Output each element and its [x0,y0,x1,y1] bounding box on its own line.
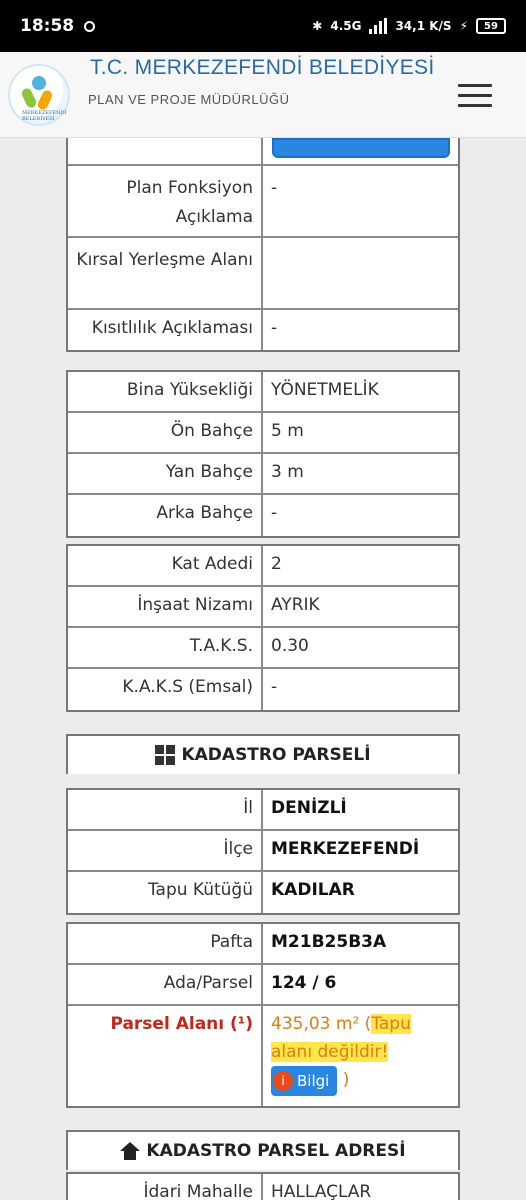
row-label: Tapu Kütüğü [68,872,263,913]
grid-icon [155,745,176,765]
row-label: İnşaat Nizamı [68,587,263,626]
network-speed: 34,1 K/S [395,19,452,33]
table-row: Kısıtlılık Açıklaması - [68,310,458,350]
status-time: 18:58 [20,16,75,36]
row-label: T.A.K.S. [68,628,263,667]
bilgi-label: Bilgi [297,1072,330,1090]
row-label: Yan Bahçe [68,454,263,493]
row-value: M21B25B3A [271,932,387,952]
menu-icon[interactable] [458,84,492,108]
partial-blue-button[interactable] [272,138,450,158]
row-value: - [271,503,278,523]
info-icon: i [273,1071,293,1091]
row-label: Ön Bahçe [68,413,263,452]
row-value: KADILAR [271,880,355,900]
row-value: YÖNETMELİK [271,380,379,400]
row-label: Arka Bahçe [68,495,263,536]
row-value: 2 [271,554,282,574]
row-value: MERKEZEFENDİ [271,839,420,859]
row-label: Plan Fonksiyon Açıklama [68,166,263,236]
row-value: 3 m [271,462,304,482]
parsel-alani-value: 435,03 m² [271,1014,360,1034]
status-icons: ✱ 4.5G 34,1 K/S ⚡ 59 [312,18,506,34]
battery-icon: 59 [476,18,506,34]
building-ratio-table: Kat Adedi 2 İnşaat Nizamı AYRIK T.A.K.S. 0.… [66,544,460,712]
notification-icon [84,20,96,32]
row-label: Kırsal Yerleşme Alanı [68,238,263,308]
kadastro-location-table: İl DENİZLİ İlçe MERKEZEFENDİ Tapu Kütüğü KA… [66,788,460,915]
municipality-logo[interactable]: MERKEZEFENDİ BELEDİYESİ [8,64,70,126]
site-subtitle: PLAN VE PROJE MÜDÜRLÜĞÜ [88,92,290,107]
kadastro-adres-header: KADASTRO PARSEL ADRESİ [66,1130,460,1170]
row-label: Ada/Parsel [68,965,263,1004]
battery-level: 59 [484,20,498,32]
logo-text: MERKEZEFENDİ BELEDİYESİ [22,110,67,122]
row-label: İl [68,790,263,829]
status-bar: 18:58 ✱ 4.5G 34,1 K/S ⚡ 59 [0,0,526,52]
bluetooth-icon: ✱ [312,19,323,33]
home-icon [120,1142,141,1160]
row-label: İlçe [68,831,263,870]
site-header: MERKEZEFENDİ BELEDİYESİ T.C. MERKEZEFEND… [0,52,526,138]
table-row: Kırsal Yerleşme Alanı [68,238,458,310]
parsel-alani-label: Parsel Alanı (¹) [68,1006,263,1106]
row-label: Bina Yüksekliği [68,372,263,411]
close-paren: ) [342,1070,350,1090]
row-value [263,238,458,308]
row-value: 0.30 [271,636,309,656]
page-content: Plan Fonksiyon Açıklama - Kırsal Yerleşm… [0,138,526,1200]
charging-icon: ⚡ [459,19,468,33]
row-label: Pafta [68,924,263,963]
row-value: - [271,318,278,338]
row-value: 5 m [271,421,304,441]
network-type: 4.5G [330,19,362,33]
row-value: - [271,677,278,697]
row-label: Kısıtlılık Açıklaması [68,310,263,350]
section-title: KADASTRO PARSEL ADRESİ [146,1141,406,1161]
row-value: - [271,178,278,198]
parsel-alani-value-cell: 435,03 m² (Tapu alanı değildir! i Bilgi ) [263,1006,458,1106]
row-label: İdari Mahalle [68,1174,263,1200]
row-value: HALLAÇLAR [271,1182,372,1200]
row-value: 124 / 6 [271,973,337,993]
table-row: Plan Fonksiyon Açıklama - [68,166,458,238]
building-setback-table: Bina Yüksekliği YÖNETMELİK Ön Bahçe 5 m Ya… [66,370,460,538]
adres-table: İdari Mahalle HALLAÇLAR [66,1172,460,1200]
row-label: Kat Adedi [68,546,263,585]
section-title: KADASTRO PARSELİ [181,745,371,765]
bilgi-button[interactable]: i Bilgi [271,1066,338,1096]
row-label: K.A.K.S (Emsal) [68,669,263,710]
signal-icon [369,18,388,34]
plan-info-table: Plan Fonksiyon Açıklama - Kırsal Yerleşm… [66,138,460,352]
kadastro-parsel-header: KADASTRO PARSELİ [66,734,460,774]
row-value: DENİZLİ [271,798,347,818]
kadastro-parcel-table: Pafta M21B25B3A Ada/Parsel 124 / 6 Parsel … [66,922,460,1108]
site-title[interactable]: T.C. MERKEZEFENDİ BELEDİYESİ [90,56,434,80]
row-value: AYRIK [271,595,320,615]
